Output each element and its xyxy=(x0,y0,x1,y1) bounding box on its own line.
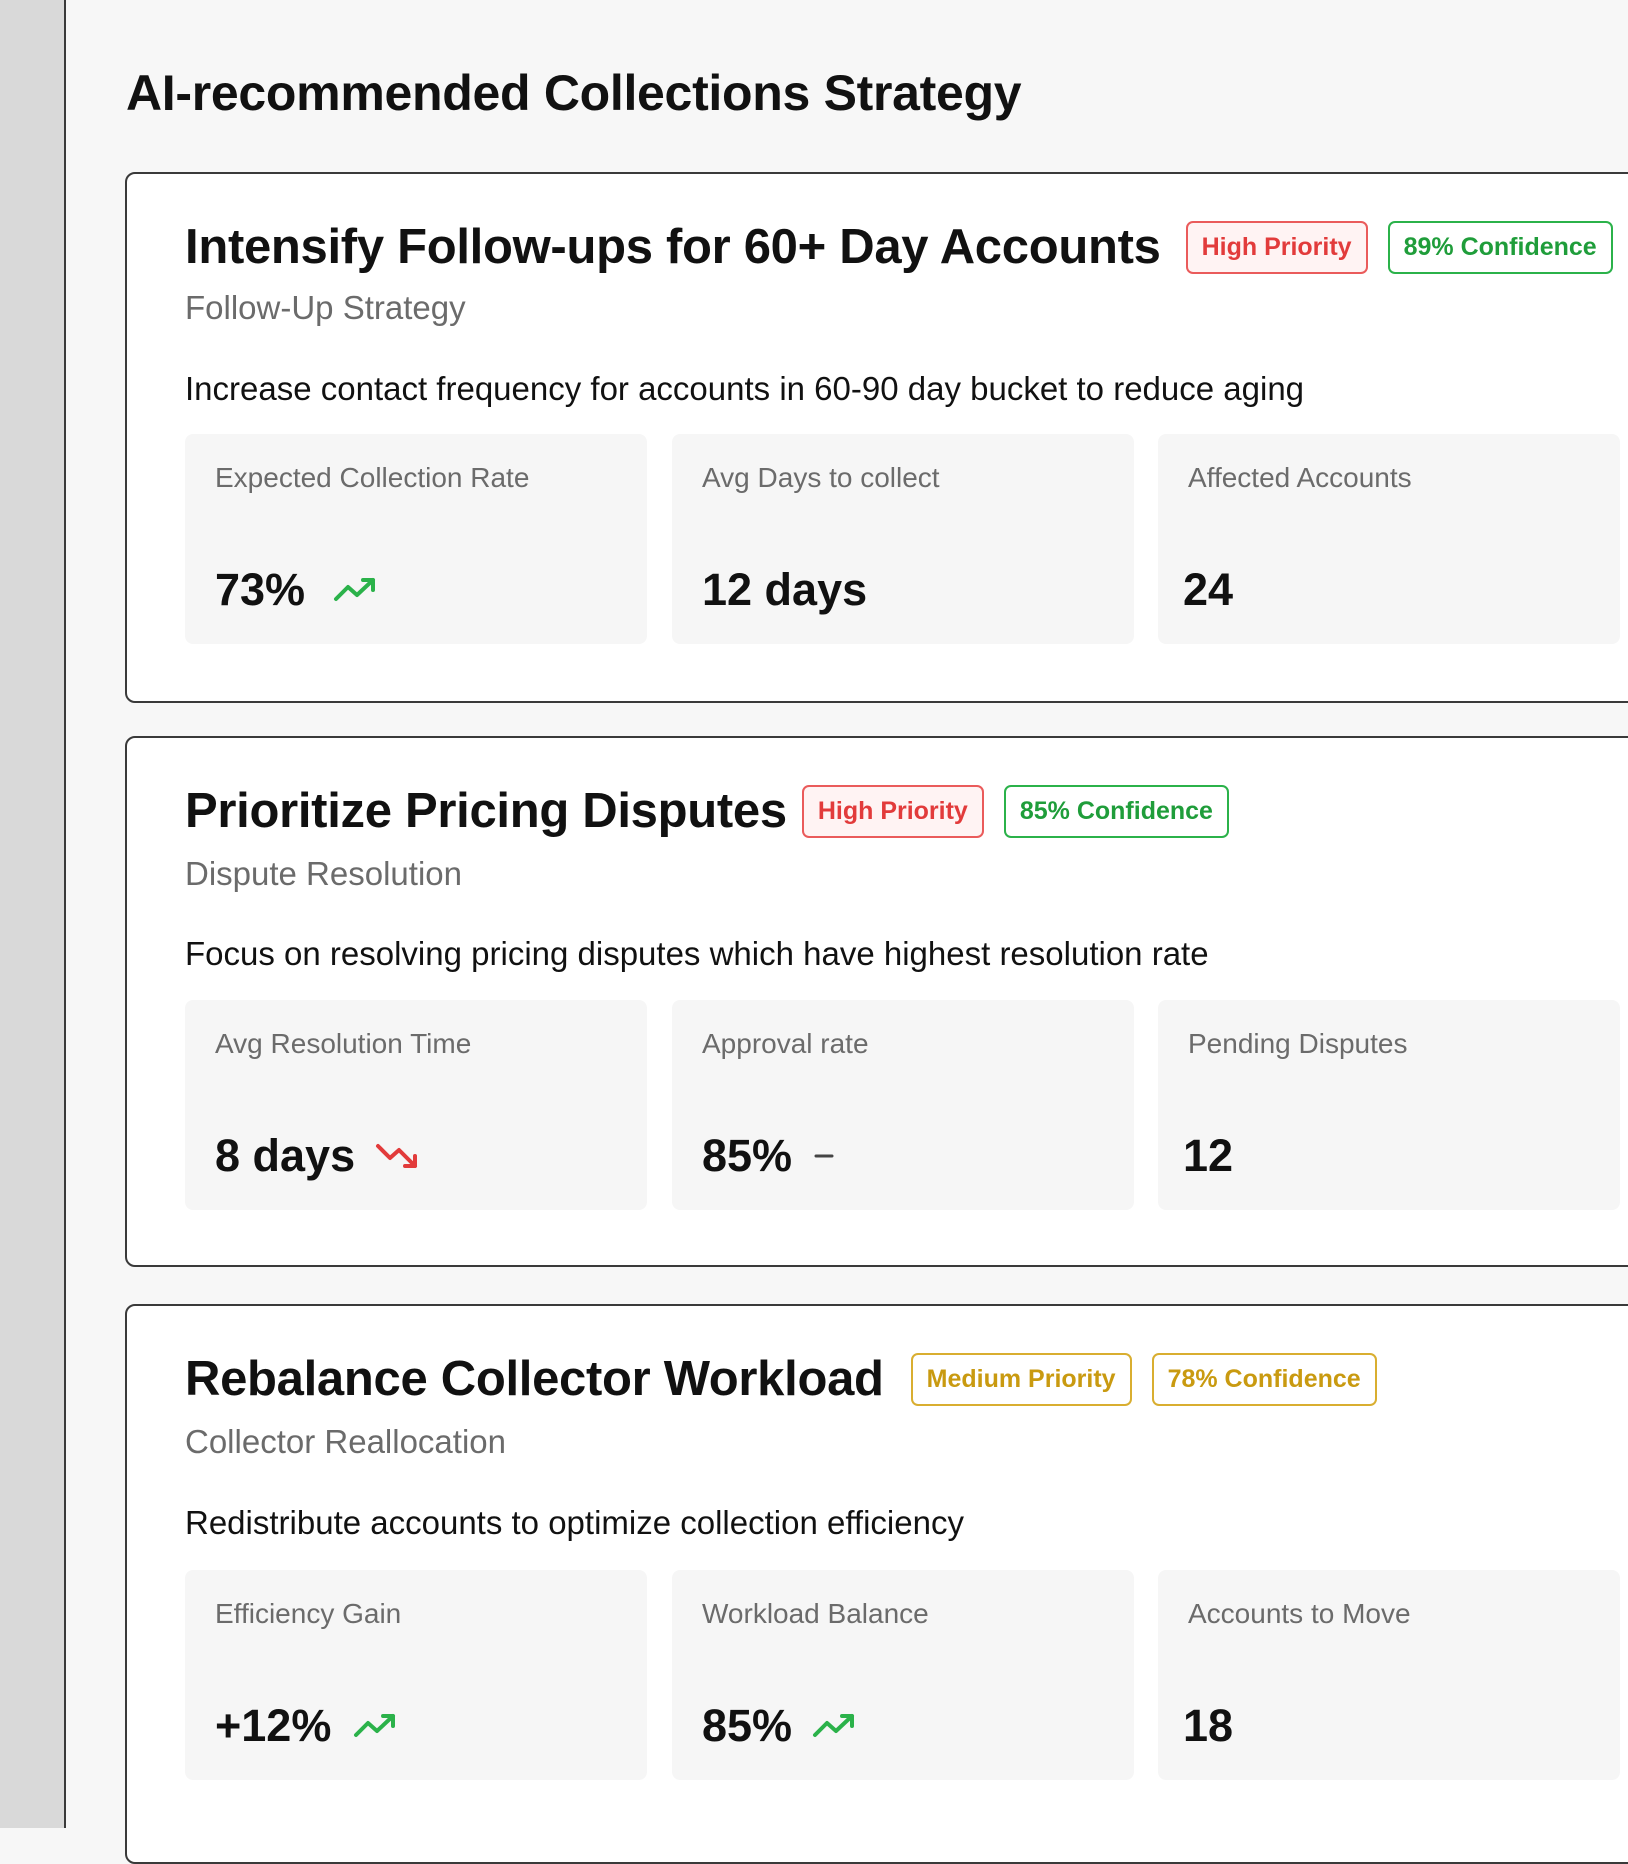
metric-tile: Avg Days to collect 12 days xyxy=(672,434,1134,644)
trending-up-icon xyxy=(812,1711,858,1741)
metric-label: Approval rate xyxy=(702,1028,869,1060)
metrics-row: Expected Collection Rate 73% Avg Days to… xyxy=(185,434,1628,644)
metric-tile: Efficiency Gain +12% xyxy=(185,1570,647,1780)
metric-label: Avg Resolution Time xyxy=(215,1028,471,1060)
card-title: Rebalance Collector Workload xyxy=(185,1351,884,1407)
trending-up-icon xyxy=(353,1711,399,1741)
card-description: Redistribute accounts to optimize collec… xyxy=(185,1504,964,1542)
card-category: Follow-Up Strategy xyxy=(185,289,466,327)
metric-label: Expected Collection Rate xyxy=(215,462,529,494)
card-header: Prioritize Pricing Disputes High Priorit… xyxy=(185,783,1229,839)
trending-up-icon xyxy=(333,575,379,605)
metric-value: +12% xyxy=(215,1700,331,1752)
card-category: Dispute Resolution xyxy=(185,855,462,893)
card-description: Focus on resolving pricing disputes whic… xyxy=(185,935,1209,973)
metric-value: 12 xyxy=(1183,1130,1233,1182)
metric-tile: Expected Collection Rate 73% xyxy=(185,434,647,644)
card-description: Increase contact frequency for accounts … xyxy=(185,370,1304,408)
trending-down-icon xyxy=(375,1140,421,1172)
priority-badge: High Priority xyxy=(802,785,984,838)
confidence-badge: 89% Confidence xyxy=(1388,221,1613,274)
neutral-dash-icon xyxy=(814,1146,834,1166)
priority-badge: Medium Priority xyxy=(911,1353,1132,1406)
metric-tile: Pending Disputes 12 xyxy=(1158,1000,1620,1210)
metric-label: Workload Balance xyxy=(702,1598,929,1630)
metric-value: 85% xyxy=(702,1130,792,1182)
card-header: Intensify Follow-ups for 60+ Day Account… xyxy=(185,219,1613,275)
page-title: AI-recommended Collections Strategy xyxy=(126,64,1021,122)
metric-label: Efficiency Gain xyxy=(215,1598,401,1630)
metric-value: 8 days xyxy=(215,1130,355,1182)
metric-label: Pending Disputes xyxy=(1188,1028,1407,1060)
confidence-badge: 78% Confidence xyxy=(1152,1353,1377,1406)
left-sidebar-rail xyxy=(0,0,66,1828)
metrics-row: Efficiency Gain +12% Workload Balance 85… xyxy=(185,1570,1628,1780)
confidence-badge: 85% Confidence xyxy=(1004,785,1229,838)
metric-value: 24 xyxy=(1183,564,1233,616)
metric-value: 18 xyxy=(1183,1700,1233,1752)
card-category: Collector Reallocation xyxy=(185,1423,506,1461)
card-header: Rebalance Collector Workload Medium Prio… xyxy=(185,1351,1377,1407)
card-title: Prioritize Pricing Disputes xyxy=(185,783,787,839)
metric-value: 12 days xyxy=(702,564,867,616)
priority-badge: High Priority xyxy=(1186,221,1368,274)
metric-tile: Accounts to Move 18 xyxy=(1158,1570,1620,1780)
metric-label: Accounts to Move xyxy=(1188,1598,1411,1630)
strategy-card[interactable]: Intensify Follow-ups for 60+ Day Account… xyxy=(125,172,1628,703)
metric-label: Affected Accounts xyxy=(1188,462,1412,494)
card-title: Intensify Follow-ups for 60+ Day Account… xyxy=(185,219,1161,275)
metric-label: Avg Days to collect xyxy=(702,462,940,494)
metric-value: 73% xyxy=(215,564,305,616)
metric-tile: Avg Resolution Time 8 days xyxy=(185,1000,647,1210)
strategy-card[interactable]: Prioritize Pricing Disputes High Priorit… xyxy=(125,736,1628,1267)
metric-tile: Affected Accounts 24 xyxy=(1158,434,1620,644)
metric-value: 85% xyxy=(702,1700,792,1752)
metrics-row: Avg Resolution Time 8 days Approval rate… xyxy=(185,1000,1628,1210)
metric-tile: Workload Balance 85% xyxy=(672,1570,1134,1780)
main-content: AI-recommended Collections Strategy Inte… xyxy=(68,0,1628,1828)
strategy-card[interactable]: Rebalance Collector Workload Medium Prio… xyxy=(125,1304,1628,1864)
metric-tile: Approval rate 85% xyxy=(672,1000,1134,1210)
